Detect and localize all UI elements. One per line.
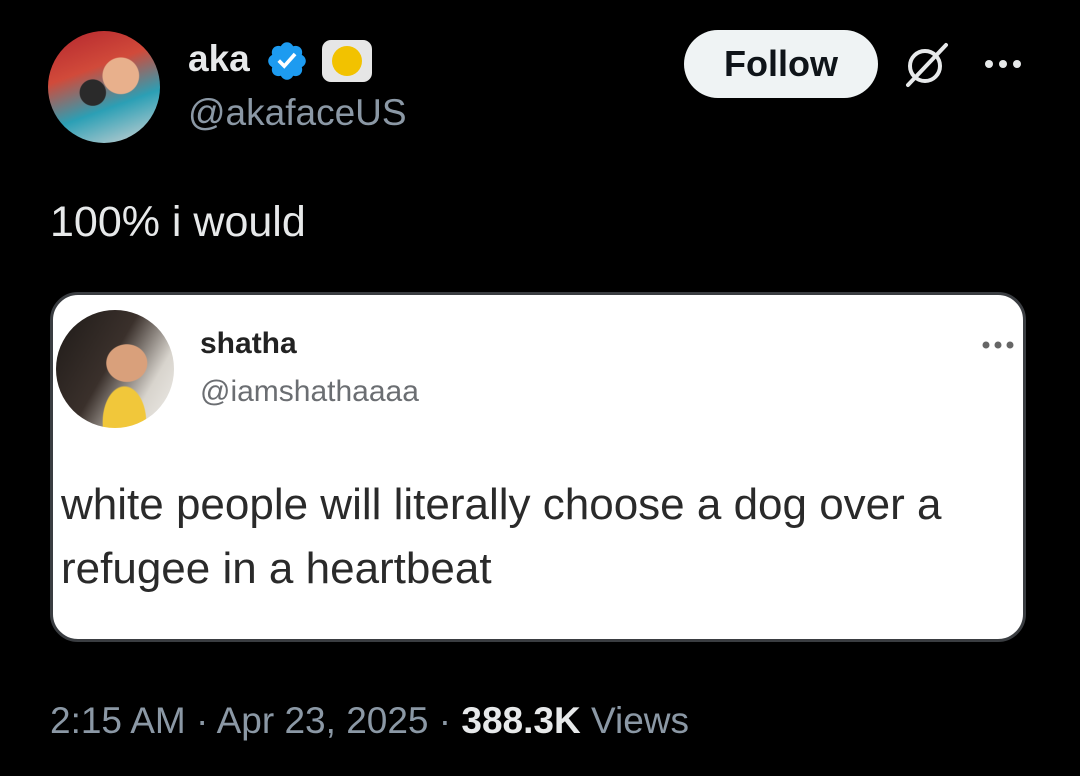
tweet-meta: 2:15 AM · Apr 23, 2025 · 388.3K Views bbox=[50, 700, 689, 742]
quoted-author-display-name: shatha bbox=[200, 327, 297, 360]
quoted-tweet-text: white people will literally choose a dog… bbox=[61, 480, 942, 593]
affiliate-badge-icon bbox=[322, 40, 372, 82]
views-count[interactable]: 388.3K bbox=[461, 700, 580, 741]
author-handle[interactable]: @akafaceUS bbox=[188, 92, 407, 134]
timestamp-time[interactable]: 2:15 AM bbox=[50, 700, 186, 741]
author-display-name[interactable]: aka bbox=[188, 38, 250, 80]
follow-button[interactable]: Follow bbox=[684, 30, 878, 98]
tweet-text: 100% i would bbox=[50, 198, 306, 246]
quoted-more-icon bbox=[982, 341, 1014, 349]
quoted-author-handle: @iamshathaaaa bbox=[200, 375, 419, 408]
timestamp-date[interactable]: Apr 23, 2025 bbox=[217, 700, 429, 741]
verified-icon bbox=[268, 42, 306, 80]
more-icon[interactable] bbox=[980, 48, 1026, 80]
quoted-tweet-card[interactable]: shatha @iamshathaaaa white people will l… bbox=[50, 292, 1026, 642]
meta-separator: · bbox=[438, 700, 452, 741]
author-avatar[interactable] bbox=[48, 31, 160, 143]
views-label: Views bbox=[591, 700, 690, 741]
quoted-author-avatar bbox=[56, 310, 174, 428]
meta-separator: · bbox=[196, 700, 209, 741]
grok-icon[interactable] bbox=[902, 40, 952, 90]
